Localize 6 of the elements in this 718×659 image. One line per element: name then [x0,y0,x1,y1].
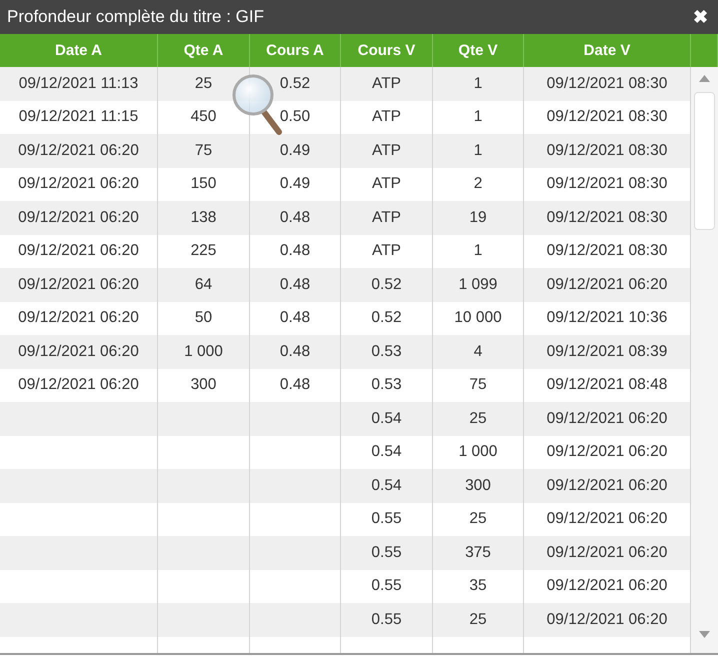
scroll-down-icon[interactable] [699,631,710,638]
scroll-thumb[interactable] [694,92,715,230]
scroll-up-icon[interactable] [699,75,710,82]
window-title: Profondeur complète du titre : GIF [7,7,264,27]
scrollbar[interactable] [691,67,718,653]
close-button[interactable]: ✖ [693,6,708,28]
